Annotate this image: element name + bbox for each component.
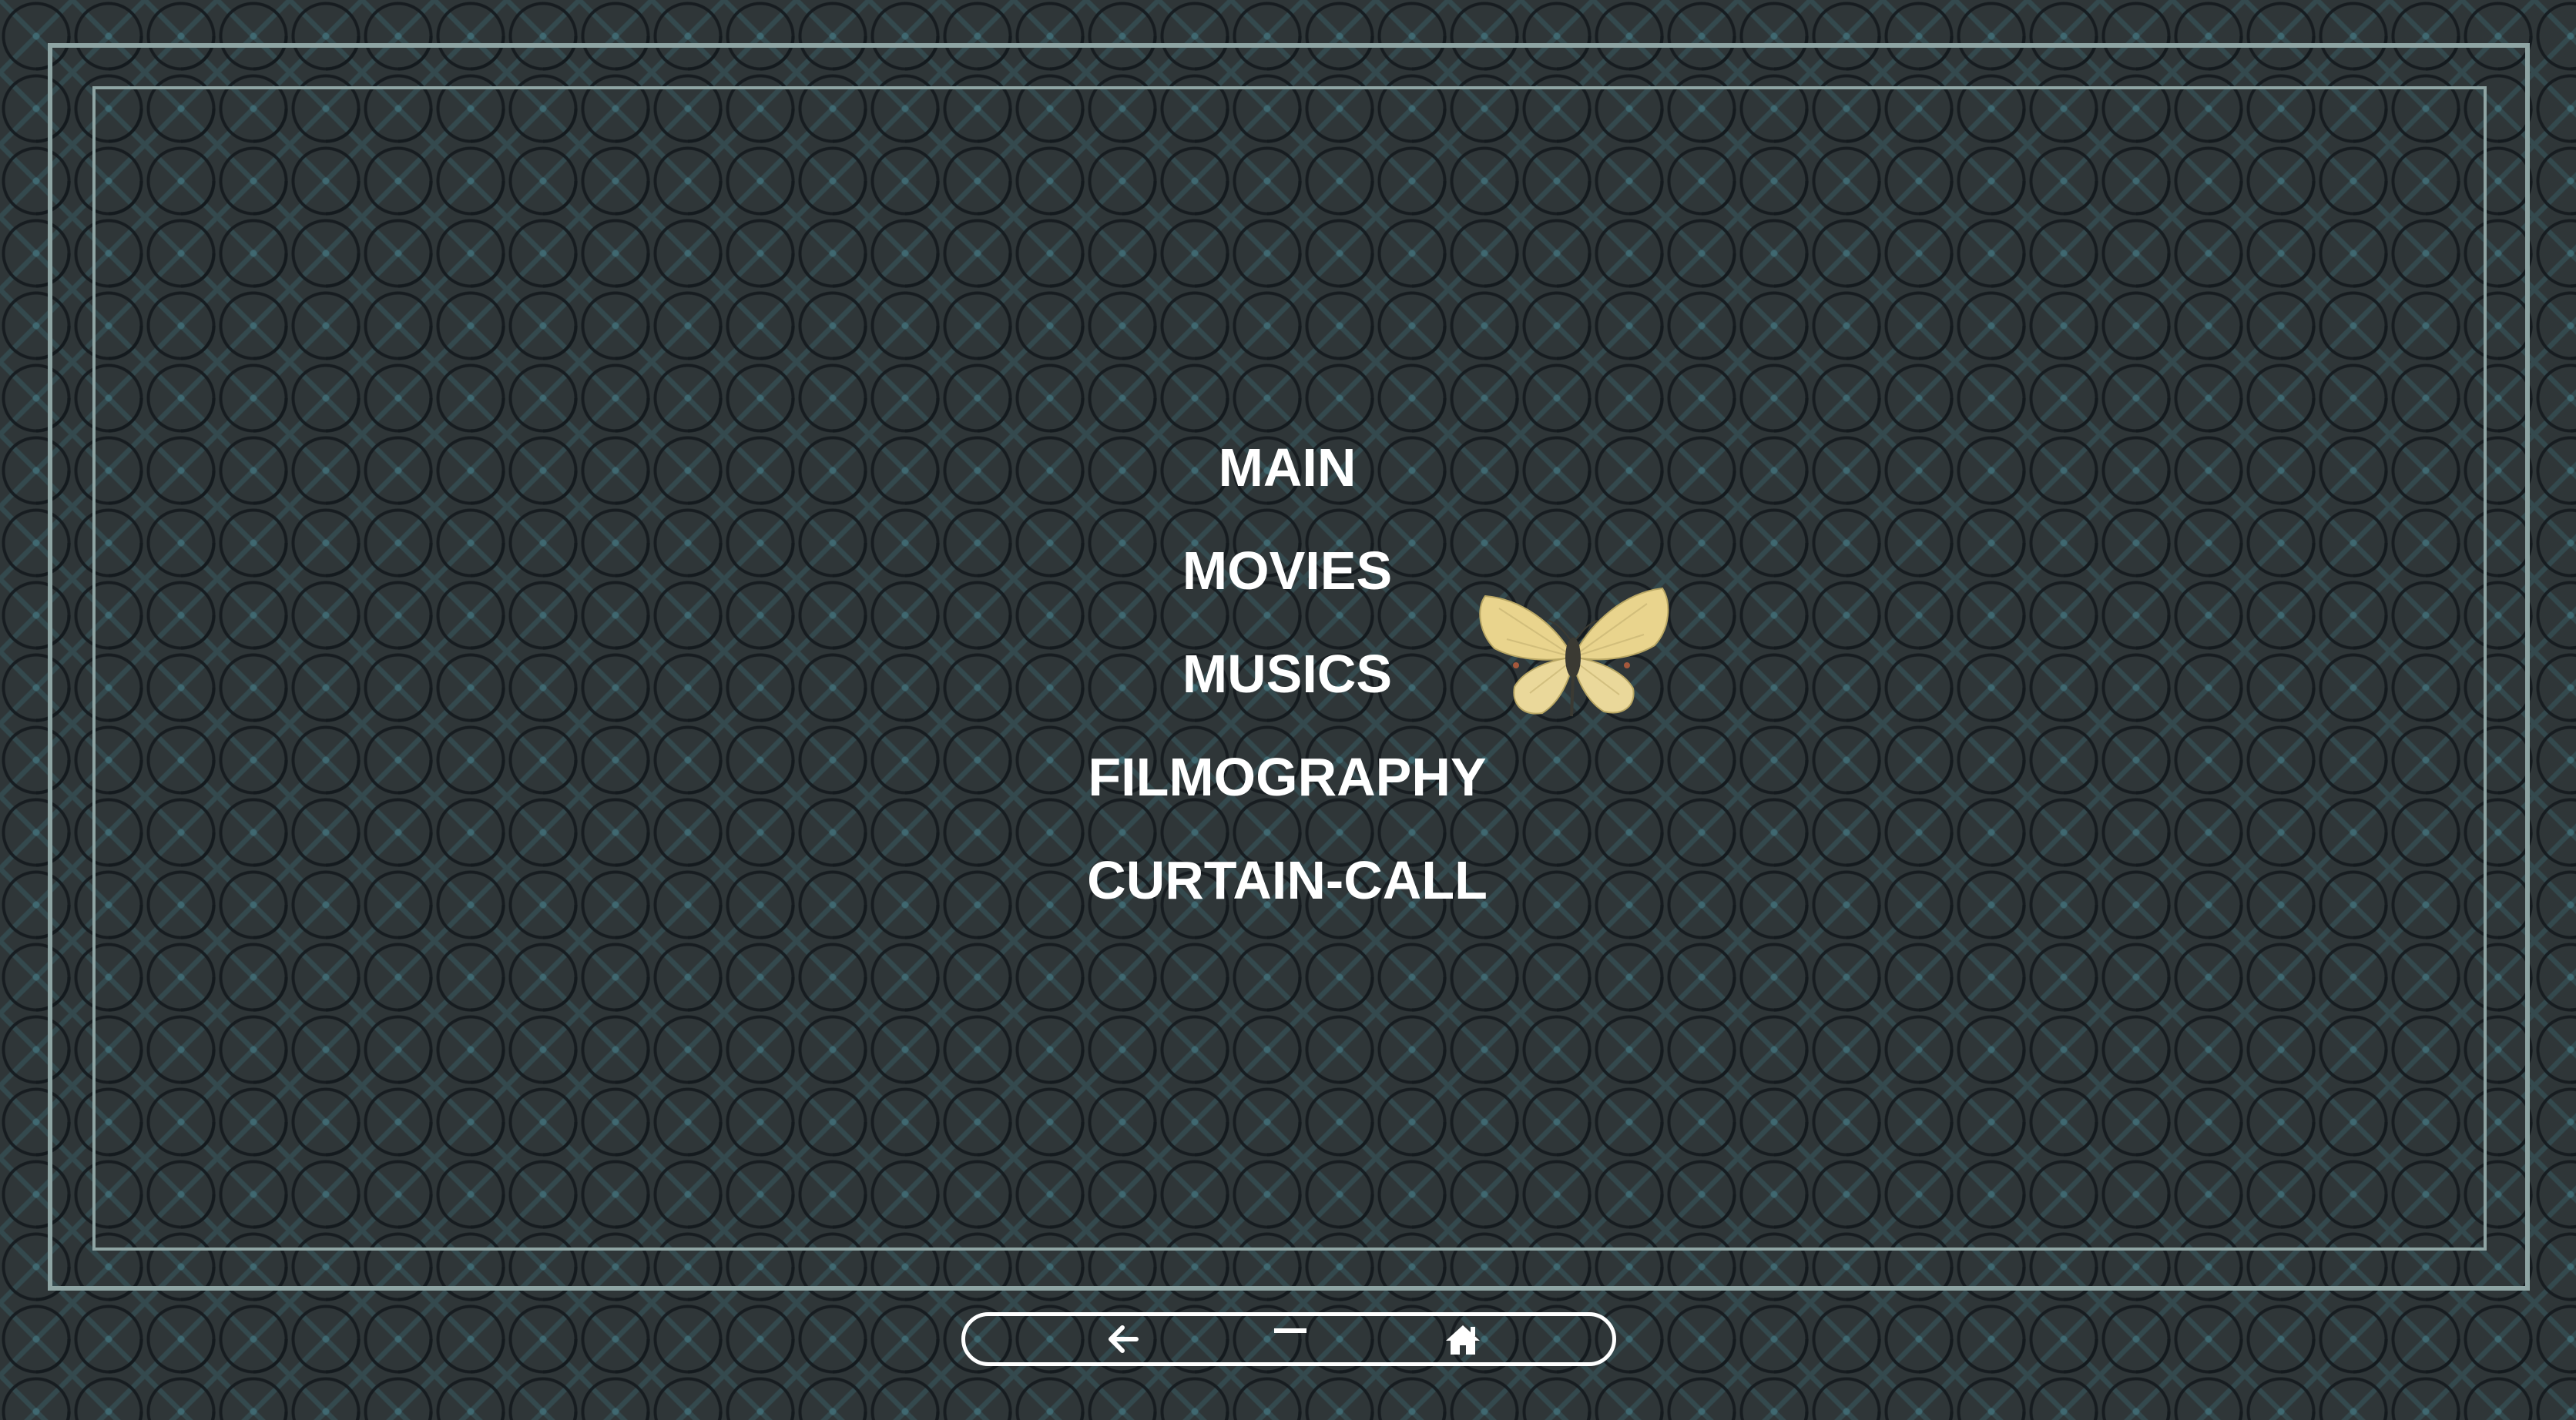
- menu-item-movies[interactable]: MOVIES: [1182, 519, 1392, 622]
- back-arrow-icon[interactable]: [1096, 1316, 1150, 1362]
- bottom-navigation-bar: [961, 1312, 1616, 1366]
- menu-item-musics[interactable]: MUSICS: [1182, 622, 1392, 725]
- menu-item-curtain-call[interactable]: CURTAIN-CALL: [1087, 829, 1488, 932]
- menu-item-filmography[interactable]: FILMOGRAPHY: [1088, 725, 1486, 829]
- menu-item-main[interactable]: MAIN: [1219, 416, 1357, 519]
- minimize-icon[interactable]: [1263, 1308, 1317, 1355]
- butterfly-image: [1468, 585, 1678, 721]
- home-icon[interactable]: [1436, 1316, 1490, 1362]
- main-menu: MAIN MOVIES MUSICS FILMOGRAPHY CURTAIN-C…: [0, 416, 2576, 932]
